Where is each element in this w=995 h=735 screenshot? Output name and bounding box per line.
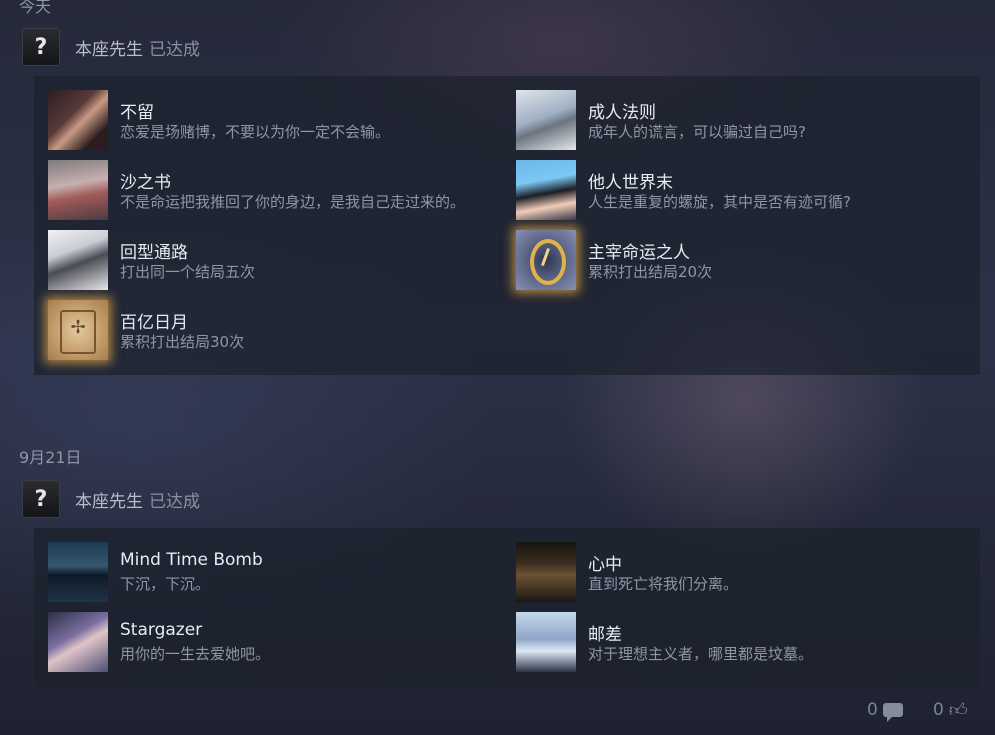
- thumbs-up-icon: 👍︎: [948, 700, 968, 721]
- achievement-desc: 恋爱是场赌博，不要以为你一定不会输。: [120, 123, 391, 141]
- achievement-item[interactable]: ✢ 百亿日月 累积打出结局30次: [48, 300, 508, 360]
- achievement-item[interactable]: 不留 恋爱是场赌博，不要以为你一定不会输。: [48, 90, 508, 150]
- like-button[interactable]: 0 👍︎: [933, 698, 968, 722]
- achievement-desc: 成年人的谎言，可以骗过自己吗?: [588, 123, 806, 141]
- loop-art-icon: [48, 230, 108, 290]
- owner-name[interactable]: 本座先生: [75, 492, 143, 512]
- activity-owner-row: ? 本座先生 已达成: [22, 480, 200, 518]
- achievement-item[interactable]: 他人世界末 人生是重复的螺旋，其中是否有迹可循?: [516, 160, 976, 220]
- lake-night-art-icon: [48, 542, 108, 602]
- comment-count: 0: [867, 700, 878, 720]
- achievement-item[interactable]: 沙之书 不是命运把我推回了你的身边，是我自己走过来的。: [48, 160, 508, 220]
- umbrella-girl-art-icon: [48, 160, 108, 220]
- achievement-item[interactable]: Stargazer 用你的一生去爱她吧。: [48, 612, 508, 672]
- owner-name[interactable]: 本座先生: [75, 40, 143, 60]
- golden-clock-icon: [516, 230, 576, 290]
- achievement-desc: 累积打出结局30次: [120, 333, 245, 351]
- achievement-desc: 累积打出结局20次: [588, 263, 713, 281]
- achievement-title: 主宰命运之人: [588, 243, 690, 263]
- achievement-title: Stargazer: [120, 620, 203, 640]
- golden-tile-icon: ✢: [48, 300, 108, 360]
- comment-button[interactable]: 0: [867, 698, 903, 722]
- couple-art-icon: [48, 90, 108, 150]
- date-header: 9月21日: [19, 448, 82, 467]
- achievement-title: 邮差: [588, 625, 622, 645]
- owner-action: 已达成: [149, 39, 200, 60]
- unknown-avatar-icon[interactable]: ?: [22, 480, 60, 518]
- like-count: 0: [933, 700, 944, 720]
- room-art-icon: [516, 542, 576, 602]
- achievement-item[interactable]: 回型通路 打出同一个结局五次: [48, 230, 508, 290]
- achievement-desc: 用你的一生去爱她吧。: [120, 645, 271, 663]
- achievement-title: 百亿日月: [120, 313, 188, 333]
- achievement-desc: 人生是重复的螺旋，其中是否有迹可循?: [588, 193, 851, 211]
- achievement-desc: 不是命运把我推回了你的身边，是我自己走过来的。: [120, 193, 466, 211]
- achievement-panel: Mind Time Bomb 下沉，下沉。 心中 直到死亡将我们分离。 Star…: [34, 528, 980, 687]
- dark-hair-girl-art-icon: [516, 160, 576, 220]
- achievement-item[interactable]: 主宰命运之人 累积打出结局20次: [516, 230, 976, 290]
- achievement-item[interactable]: 心中 直到死亡将我们分离。: [516, 542, 976, 602]
- owner-action: 已达成: [149, 491, 200, 512]
- achievement-title: 心中: [588, 555, 622, 575]
- achievement-desc: 直到死亡将我们分离。: [588, 575, 739, 593]
- date-header: 今天: [19, 0, 52, 16]
- achievement-item[interactable]: Mind Time Bomb 下沉，下沉。: [48, 542, 508, 602]
- achievement-title: 成人法则: [588, 103, 656, 123]
- achievement-title: 回型通路: [120, 243, 188, 263]
- achievement-title: 他人世界末: [588, 173, 673, 193]
- achievement-item[interactable]: 成人法则 成年人的谎言，可以骗过自己吗?: [516, 90, 976, 150]
- achievement-desc: 下沉，下沉。: [120, 575, 211, 593]
- achievement-title: 沙之书: [120, 173, 171, 193]
- unknown-avatar-icon[interactable]: ?: [22, 28, 60, 66]
- stargazer-art-icon: [48, 612, 108, 672]
- rule-art-icon: [516, 90, 576, 150]
- achievement-title: Mind Time Bomb: [120, 550, 263, 570]
- night-street-art-icon: [516, 612, 576, 672]
- achievement-desc: 打出同一个结局五次: [120, 263, 256, 281]
- activity-owner-row: ? 本座先生 已达成: [22, 28, 200, 66]
- achievement-panel: 不留 恋爱是场赌博，不要以为你一定不会输。 成人法则 成年人的谎言，可以骗过自己…: [34, 76, 980, 375]
- comment-bubble-icon: [882, 703, 903, 722]
- achievement-item[interactable]: 邮差 对于理想主义者，哪里都是坟墓。: [516, 612, 976, 672]
- achievement-desc: 对于理想主义者，哪里都是坟墓。: [588, 645, 814, 663]
- achievement-title: 不留: [120, 103, 154, 123]
